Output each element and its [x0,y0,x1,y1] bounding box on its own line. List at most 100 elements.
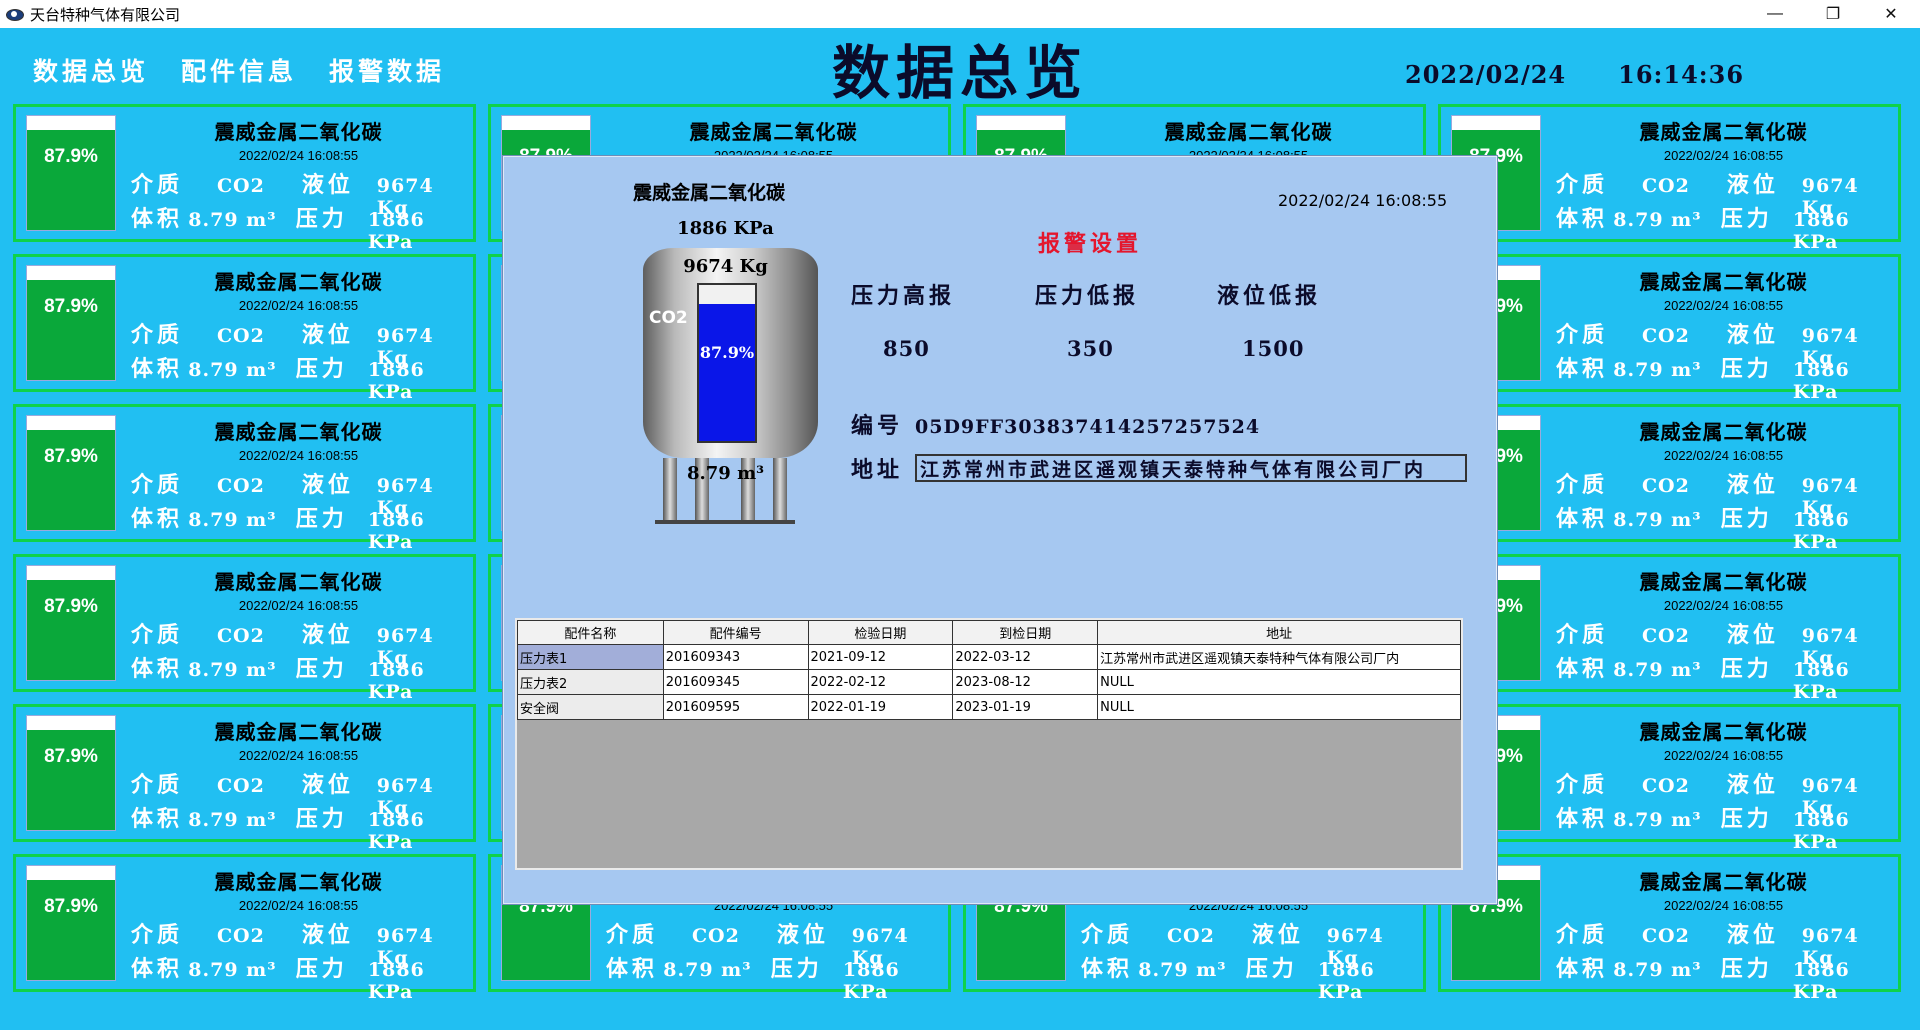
table-cell[interactable]: 2022-01-19 [807,694,954,720]
tank-row-volume: 体积 8.79 m³ 压力 1886 KPa [606,951,948,1003]
table-cell[interactable]: 2022-03-12 [952,644,1099,670]
pressure-label: 压力 [295,506,348,532]
tank-row-volume: 体积 8.79 m³ 压力 1886 KPa [1556,501,1898,553]
medium-label: 介质 [131,172,184,198]
column-header[interactable]: 到检日期 [952,620,1099,645]
volume-label: 体积 [1556,956,1609,982]
close-button[interactable]: ✕ [1862,0,1920,28]
table-cell[interactable]: 压力表1 [517,644,664,670]
table-cell[interactable]: 压力表2 [517,669,664,695]
address-row: 地址 [851,452,1468,484]
level-gauge: 87.9% [26,565,116,681]
table-cell[interactable]: 江苏常州市武进区遥观镇天泰特种气体有限公司厂内 [1097,644,1461,670]
tank-liquid-fill [699,303,755,441]
pressure-value: 1886 KPa [1317,959,1375,1003]
table-cell[interactable]: 2022-02-12 [807,669,954,695]
level-gauge: 87.9% [26,115,116,231]
table-header-row: 配件名称 配件编号 检验日期 到检日期 地址 [517,620,1461,645]
window-controls: — ❐ ✕ [1746,0,1920,28]
tank-card[interactable]: 87.9% 震威金属二氧化碳 2022/02/24 16:08:55 介质 CO… [13,254,476,403]
pressure-value: 1886 KPa [1792,659,1850,703]
clock-time: 16:14:36 [1618,60,1745,89]
column-header[interactable]: 地址 [1097,620,1461,645]
pressure-value: 1886 KPa [367,509,425,553]
tank-timestamp: 2022/02/24 16:08:55 [1663,148,1784,163]
medium-label: 介质 [1556,772,1609,798]
medium-label: 介质 [1556,322,1609,348]
table-cell[interactable]: 安全阀 [517,694,664,720]
tank-card[interactable]: 87.9% 震威金属二氧化碳 2022/02/24 16:08:55 介质 CO… [1438,854,1901,1003]
table-row[interactable]: 安全阀 201609595 2022-01-19 2023-01-19 NULL [517,694,1461,720]
tank-card[interactable]: 87.9% 震威金属二氧化碳 2022/02/24 16:08:55 介质 CO… [1438,404,1901,553]
tank-volume: 8.79 m³ [686,463,765,484]
level-low-label: 液位低报 [1217,283,1322,309]
tank-row-volume: 体积 8.79 m³ 压力 1886 KPa [1556,651,1898,703]
tank-row-volume: 体积 8.79 m³ 压力 1886 KPa [1556,951,1898,1003]
medium-value: CO2 [216,775,265,797]
volume-value: 8.79 m³ [1613,809,1702,831]
table-cell[interactable]: 2023-01-19 [952,694,1099,720]
pressure-value: 1886 KPa [367,359,425,403]
table-cell[interactable]: NULL [1097,694,1461,720]
volume-value: 8.79 m³ [1613,509,1702,531]
tank-row-volume: 体积 8.79 m³ 压力 1886 KPa [1556,201,1898,253]
volume-value: 8.79 m³ [1138,959,1227,981]
minimize-button[interactable]: — [1746,0,1804,28]
level-percent: 87.9% [44,596,98,617]
table-row[interactable]: 压力表1 201609343 2021-09-12 2022-03-12 江苏常… [517,644,1461,670]
volume-label: 体积 [131,206,184,232]
pressure-label: 压力 [295,356,348,382]
level-label: 液位 [1251,922,1304,948]
table-cell[interactable]: 2023-08-12 [952,669,1099,695]
medium-value: CO2 [1641,775,1690,797]
medium-value: CO2 [1641,625,1690,647]
restore-button[interactable]: ❐ [1804,0,1862,28]
tank-card[interactable]: 87.9% 震威金属二氧化碳 2022/02/24 16:08:55 介质 CO… [13,104,476,253]
tank-card[interactable]: 87.9% 震威金属二氧化碳 2022/02/24 16:08:55 介质 CO… [1438,554,1901,703]
pressure-value: 1886 KPa [1792,509,1850,553]
tank-card[interactable]: 87.9% 震威金属二氧化碳 2022/02/24 16:08:55 介质 CO… [13,854,476,1003]
pressure-label: 压力 [295,806,348,832]
tank-card[interactable]: 87.9% 震威金属二氧化碳 2022/02/24 16:08:55 介质 CO… [1438,254,1901,403]
level-label: 液位 [1726,172,1779,198]
pressure-low-label: 压力低报 [1035,283,1140,309]
volume-label: 体积 [131,506,184,532]
tank-row-volume: 体积 8.79 m³ 压力 1886 KPa [131,351,473,403]
table-cell[interactable]: 201609595 [662,694,809,720]
tank-name: 震威金属二氧化碳 [1639,270,1808,294]
table-cell[interactable]: NULL [1097,669,1461,695]
column-header[interactable]: 配件编号 [662,620,809,645]
pressure-label: 压力 [295,656,348,682]
tank-timestamp: 2022/02/24 16:08:55 [1663,748,1784,763]
level-label: 液位 [301,772,354,798]
tank-card[interactable]: 87.9% 震威金属二氧化碳 2022/02/24 16:08:55 介质 CO… [13,554,476,703]
tank-card[interactable]: 87.9% 震威金属二氧化碳 2022/02/24 16:08:55 介质 CO… [1438,104,1901,253]
volume-value: 8.79 m³ [188,809,277,831]
tank-card[interactable]: 87.9% 震威金属二氧化碳 2022/02/24 16:08:55 介质 CO… [13,704,476,853]
table-cell[interactable]: 2021-09-12 [807,644,954,670]
pressure-label: 压力 [295,956,348,982]
column-header[interactable]: 配件名称 [517,620,664,645]
level-label: 液位 [301,622,354,648]
pressure-value: 1886 KPa [842,959,900,1003]
medium-label: 介质 [1556,172,1609,198]
column-header[interactable]: 检验日期 [807,620,954,645]
volume-label: 体积 [1081,956,1134,982]
pressure-value: 1886 KPa [367,209,425,253]
level-gauge: 87.9% [26,865,116,981]
table-row[interactable]: 压力表2 201609345 2022-02-12 2023-08-12 NUL… [517,669,1461,695]
pressure-label: 压力 [1245,956,1298,982]
window-titlebar: 天台特种气体有限公司 — ❐ ✕ [0,0,1920,28]
table-cell[interactable]: 201609345 [662,669,809,695]
volume-value: 8.79 m³ [188,659,277,681]
volume-value: 8.79 m³ [188,209,277,231]
level-label: 液位 [1726,622,1779,648]
table-cell[interactable]: 201609343 [662,644,809,670]
level-label: 液位 [1726,772,1779,798]
tank-card[interactable]: 87.9% 震威金属二氧化碳 2022/02/24 16:08:55 介质 CO… [13,404,476,553]
medium-value: CO2 [1641,325,1690,347]
medium-label: 介质 [131,472,184,498]
tank-card[interactable]: 87.9% 震威金属二氧化碳 2022/02/24 16:08:55 介质 CO… [1438,704,1901,853]
level-label: 液位 [301,172,354,198]
address-field[interactable] [915,454,1468,482]
